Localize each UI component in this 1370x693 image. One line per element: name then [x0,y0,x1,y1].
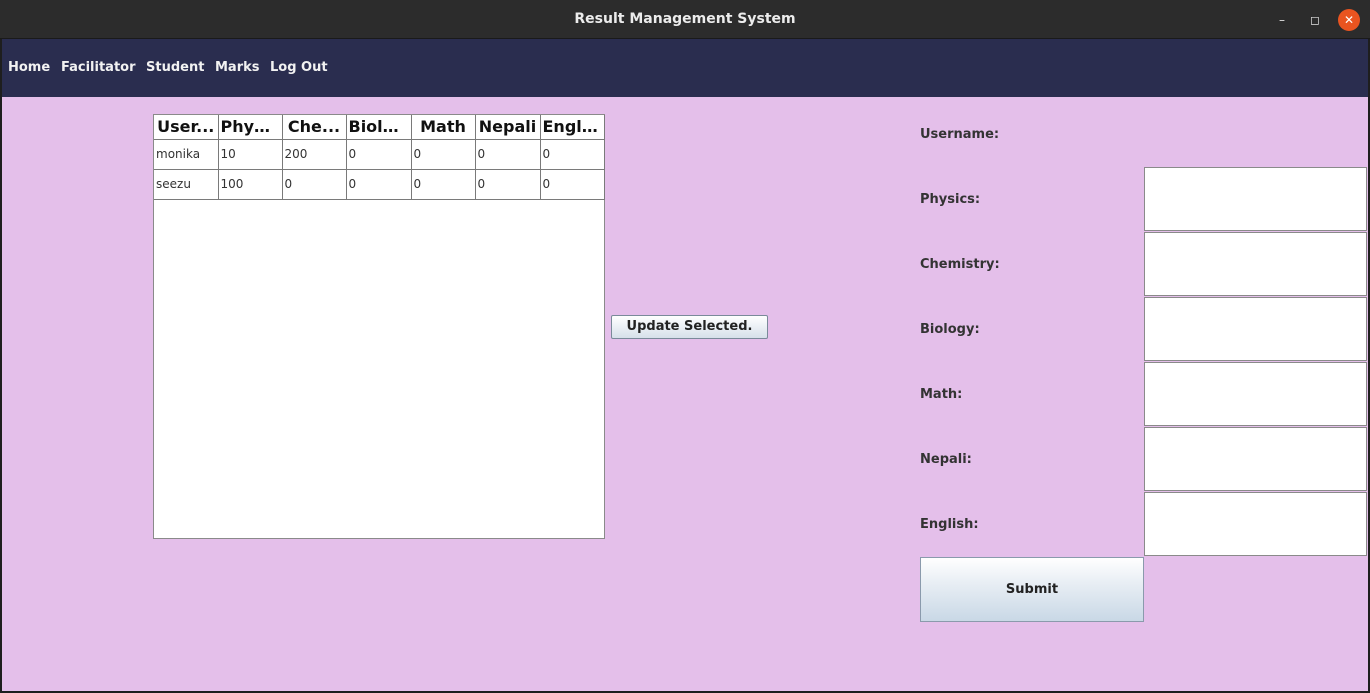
table-cell[interactable]: 10 [218,139,283,170]
table-row[interactable]: monika 10 200 0 0 0 0 [154,139,605,170]
column-header-username[interactable]: User... [154,115,219,140]
table-cell[interactable]: 0 [475,139,541,170]
chemistry-label: Chemistry: [920,257,1000,272]
table-cell[interactable]: 0 [411,139,476,170]
menu-bar: Home Facilitator Student Marks Log Out [2,39,1368,97]
title-bar: Result Management System – ◻ ✕ [0,0,1370,39]
biology-label: Biology: [920,322,980,337]
nepali-label: Nepali: [920,452,972,467]
english-label: English: [920,517,979,532]
table-cell[interactable]: monika [154,139,219,170]
maximize-icon[interactable]: ◻ [1303,8,1327,32]
chemistry-input[interactable] [1144,232,1367,296]
english-input[interactable] [1144,492,1367,556]
table-cell[interactable]: 0 [540,139,605,170]
table-cell[interactable]: 0 [411,169,476,200]
minimize-icon[interactable]: – [1270,8,1294,32]
column-header-physics[interactable]: Phys... [218,115,283,140]
column-header-math[interactable]: Math [411,115,476,140]
marks-table[interactable]: User... Phys... Che... Biology Math Nepa… [153,114,605,539]
table-row[interactable]: seezu 100 0 0 0 0 0 [154,169,605,200]
table-cell[interactable]: 0 [346,169,412,200]
column-header-biology[interactable]: Biology [346,115,412,140]
menu-item-home[interactable]: Home [8,60,50,75]
table-cell[interactable]: seezu [154,169,219,200]
table-cell[interactable]: 200 [282,139,347,170]
menu-item-student[interactable]: Student [146,60,204,75]
table-cell[interactable]: 0 [540,169,605,200]
physics-input[interactable] [1144,167,1367,231]
close-icon[interactable]: ✕ [1338,9,1360,31]
physics-label: Physics: [920,192,981,207]
column-header-chemistry[interactable]: Che... [282,115,347,140]
biology-input[interactable] [1144,297,1367,361]
table-header-row: User... Phys... Che... Biology Math Nepa… [154,115,605,140]
table-cell[interactable]: 0 [475,169,541,200]
table-cell[interactable]: 100 [218,169,283,200]
menu-item-logout[interactable]: Log Out [270,60,328,75]
submit-button[interactable]: Submit [920,557,1144,622]
nepali-input[interactable] [1144,427,1367,491]
menu-item-facilitator[interactable]: Facilitator [61,60,136,75]
table-cell[interactable]: 0 [282,169,347,200]
table-cell[interactable]: 0 [346,139,412,170]
column-header-nepali[interactable]: Nepali [475,115,541,140]
menu-item-marks[interactable]: Marks [215,60,260,75]
app-window: Result Management System – ◻ ✕ Home Faci… [0,0,1370,693]
math-input[interactable] [1144,362,1367,426]
column-header-english[interactable]: English [540,115,605,140]
window-title: Result Management System [574,11,796,27]
math-label: Math: [920,387,963,402]
username-label: Username: [920,127,1000,142]
update-selected-button[interactable]: Update Selected. [611,315,768,339]
